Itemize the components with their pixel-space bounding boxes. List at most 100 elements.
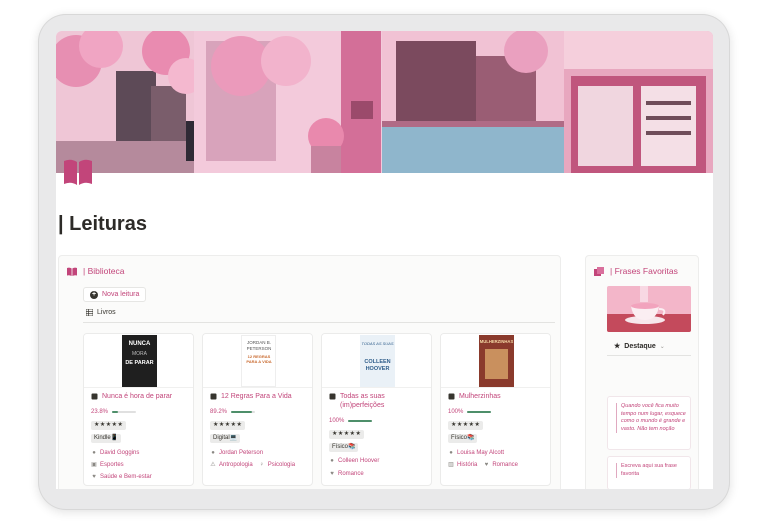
new-reading-label: Nova leitura bbox=[102, 291, 140, 298]
cover-line-top: MULHERZINHAS bbox=[479, 339, 514, 344]
progress-bar bbox=[467, 411, 492, 413]
cover-line-top: TODAS AS SUAS bbox=[361, 341, 394, 346]
quote-text: Escreva aqui sua frase favorita bbox=[616, 463, 686, 478]
tag-row: ♥ Saúde e Bem-estar bbox=[91, 474, 152, 480]
new-reading-button[interactable]: + Nova leitura bbox=[83, 287, 147, 302]
view-divider bbox=[83, 322, 555, 323]
cover-line-top: JORDAN B. bbox=[246, 340, 271, 345]
rating-stars: ★★★★★ bbox=[91, 421, 127, 430]
tag-row: ⚠ Antropologia ♀ Psicologia bbox=[210, 462, 295, 468]
brain-icon: ♀ bbox=[259, 462, 264, 468]
person-icon: ● bbox=[211, 450, 215, 456]
quote-card[interactable]: Escreva aqui sua frase favorita bbox=[607, 456, 691, 489]
book-card[interactable]: NUNCA MORA DE PARAR Nunca é hora de para… bbox=[83, 333, 194, 486]
museum-icon: ▥ bbox=[448, 462, 454, 468]
rating-stars: ★★★★★ bbox=[448, 421, 484, 430]
page-title: | Leituras bbox=[58, 213, 147, 235]
plus-icon: + bbox=[90, 290, 98, 299]
book-title[interactable]: Nunca é hora de parar bbox=[91, 392, 191, 401]
cover-line-top: NUNCA bbox=[128, 341, 151, 347]
format-tag: Kindle📱 bbox=[91, 434, 122, 443]
quote-card[interactable]: Quando você fica muito tempo num lugar, … bbox=[607, 396, 691, 450]
tag-label: Psicologia bbox=[267, 462, 296, 468]
author-row: ● Colleen Hoover bbox=[329, 458, 379, 464]
quotes-header-label: | Frases Favoritas bbox=[610, 266, 678, 276]
library-header[interactable]: | Biblioteca bbox=[67, 266, 124, 276]
library-panel: | Biblioteca + Nova leitura Livros NUNCA bbox=[58, 255, 561, 489]
book-cover-area: TODAS AS SUAS COLLEEN HOOVER bbox=[322, 334, 431, 388]
author-name: Louisa May Alcott bbox=[457, 450, 505, 456]
progress-text: 100% bbox=[448, 409, 464, 415]
progress-fill bbox=[348, 420, 373, 422]
book-cover-area: JORDAN B. PETERSON 12 REGRAS PARA A VIDA bbox=[203, 334, 312, 388]
format-tag: Físico📚 bbox=[448, 434, 478, 443]
author-name: Jordan Peterson bbox=[219, 450, 264, 456]
tag-row: ▣ Esportes bbox=[91, 462, 124, 468]
quotes-divider bbox=[607, 355, 691, 356]
book-title[interactable]: 12 Regras Para a Vida bbox=[210, 392, 310, 401]
cover-illustration bbox=[485, 349, 508, 379]
heart-icon: ♥ bbox=[330, 471, 334, 477]
tag-label: Romance bbox=[338, 471, 364, 477]
book-cover: MULHERZINHAS bbox=[479, 335, 514, 387]
book-title-text: 12 Regras Para a Vida bbox=[221, 393, 292, 400]
book-title[interactable]: Todas as suas (im)perfeições bbox=[329, 392, 429, 410]
tag-label: Romance bbox=[492, 462, 519, 468]
book-icon bbox=[210, 393, 217, 400]
progress-fill bbox=[231, 411, 253, 413]
progress: 100% bbox=[448, 409, 492, 415]
cover-line-mid: PETERSON bbox=[246, 346, 272, 351]
book-title[interactable]: Mulherzinhas bbox=[448, 392, 548, 401]
cover-line-bottom: 12 REGRAS PARA A VIDA bbox=[246, 354, 272, 364]
author-name: David Goggins bbox=[100, 450, 140, 456]
book-card[interactable]: MULHERZINHAS Mulherzinhas 100% ★★★★★ Fís… bbox=[440, 333, 551, 486]
book-cover: NUNCA MORA DE PARAR bbox=[122, 335, 157, 387]
stack-icon bbox=[594, 266, 604, 276]
progress-fill bbox=[467, 411, 492, 413]
format-tag: Físico📚 bbox=[329, 443, 359, 452]
library-header-label: | Biblioteca bbox=[83, 266, 125, 276]
person-icon: ● bbox=[92, 450, 96, 456]
progress-bar bbox=[348, 420, 373, 422]
progress: 23.8% bbox=[91, 409, 137, 415]
book-cover: TODAS AS SUAS COLLEEN HOOVER bbox=[360, 335, 395, 387]
quote-text: Quando você fica muito tempo num lugar, … bbox=[616, 403, 690, 433]
person-icon: ● bbox=[330, 458, 334, 464]
author-row: ● David Goggins bbox=[91, 450, 139, 456]
tab-destaque-label: Destaque bbox=[624, 342, 656, 350]
tab-livros[interactable]: Livros bbox=[86, 309, 116, 316]
author-row: ● Louisa May Alcott bbox=[448, 450, 504, 456]
progress-bar bbox=[112, 411, 137, 413]
person-icon: ● bbox=[449, 450, 453, 456]
book-icon bbox=[329, 393, 336, 400]
warning-icon: ⚠ bbox=[210, 462, 216, 468]
tab-destaque[interactable]: ★ Destaque ⌄ bbox=[614, 342, 665, 351]
quotes-header[interactable]: | Frases Favoritas bbox=[594, 266, 678, 276]
rating-stars: ★★★★★ bbox=[329, 430, 365, 439]
book-gallery: NUNCA MORA DE PARAR Nunca é hora de para… bbox=[83, 333, 551, 486]
cover-banner[interactable] bbox=[56, 31, 713, 173]
tag-label: Saúde e Bem-estar bbox=[100, 474, 152, 480]
star-icon: ★ bbox=[614, 343, 621, 350]
open-book-icon bbox=[67, 267, 77, 276]
progress: 89.2% bbox=[210, 409, 256, 415]
tag-row: ♥ Romance bbox=[329, 471, 364, 477]
teacup-image[interactable] bbox=[607, 286, 691, 332]
book-icon bbox=[448, 393, 455, 400]
table-icon bbox=[86, 309, 93, 316]
author-name: Colleen Hoover bbox=[338, 458, 380, 464]
cover-line-bottom: DE PARAR bbox=[125, 360, 154, 366]
tab-livros-label: Livros bbox=[97, 309, 116, 316]
book-icon[interactable] bbox=[62, 157, 94, 187]
book-card[interactable]: TODAS AS SUAS COLLEEN HOOVER Todas as su… bbox=[321, 333, 432, 486]
heart-icon: ♥ bbox=[484, 462, 489, 468]
progress-text: 100% bbox=[329, 418, 345, 424]
cover-line-bottom: HOOVER bbox=[365, 366, 390, 372]
cover-line-mid: COLLEEN bbox=[364, 359, 391, 365]
rating-stars: ★★★★★ bbox=[210, 421, 246, 430]
book-cover-area: NUNCA MORA DE PARAR bbox=[84, 334, 193, 388]
author-row: ● Jordan Peterson bbox=[210, 450, 263, 456]
cover-line-mid: MORA bbox=[132, 351, 147, 357]
heart-icon: ♥ bbox=[92, 474, 96, 480]
book-card[interactable]: JORDAN B. PETERSON 12 REGRAS PARA A VIDA… bbox=[202, 333, 313, 486]
